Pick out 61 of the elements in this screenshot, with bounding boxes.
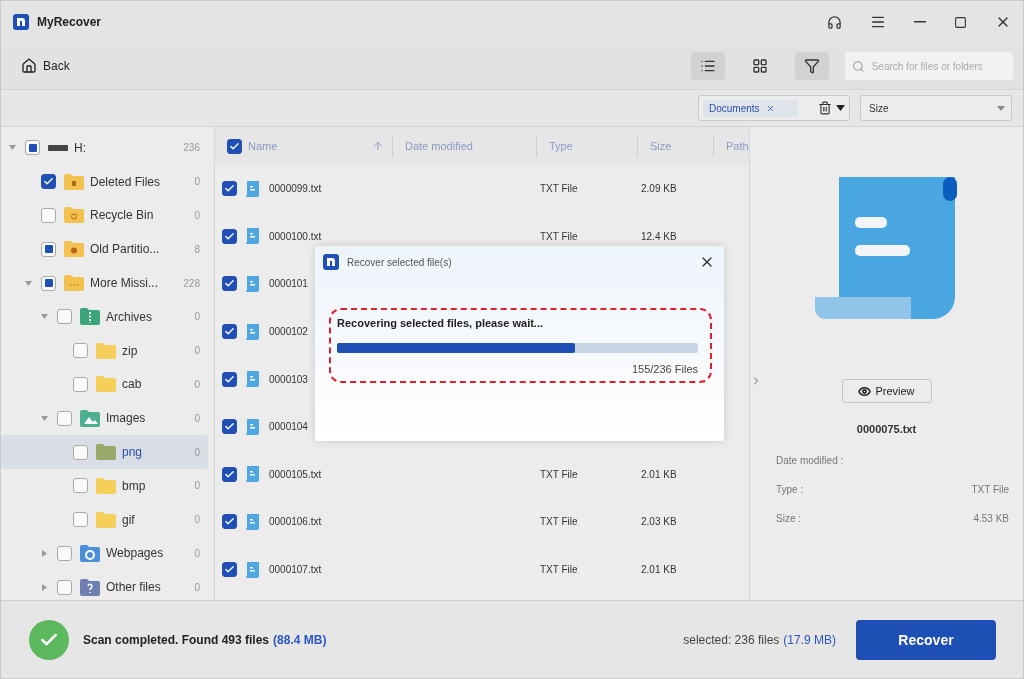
- item-count: 0: [194, 378, 200, 390]
- tree-label: png: [122, 445, 144, 460]
- detail-label: Type :: [776, 484, 804, 495]
- file-name: 0000106.txt: [269, 516, 322, 528]
- item-count: 8: [194, 243, 200, 255]
- item-count: 0: [194, 311, 200, 323]
- item-count: 0: [194, 210, 200, 221]
- total-size: (88.4 MB): [273, 632, 327, 647]
- tree-label: H:: [74, 140, 87, 155]
- tree-label: zip: [122, 343, 139, 358]
- file-size: 12.4 KB: [640, 230, 678, 242]
- tree-label: Images: [106, 411, 147, 426]
- item-count: 0: [194, 176, 200, 188]
- item-count: 0: [194, 581, 200, 593]
- file-type: TXT File: [539, 516, 579, 528]
- file-name: 0000100.txt: [269, 230, 322, 242]
- item-count: 236: [183, 142, 200, 154]
- file-name: 0000102: [269, 326, 308, 338]
- file-name: 0000104: [269, 421, 308, 433]
- file-name: 0000075.txt: [856, 423, 917, 435]
- file-name: 0000105.txt: [269, 468, 322, 480]
- detail-value: 4.53 KB: [973, 513, 1009, 524]
- tree-label: Recycle Bin: [90, 208, 155, 223]
- item-count: 0: [194, 345, 200, 357]
- scan-summary: Scan completed. Found 493 files: [83, 632, 270, 647]
- tree-label: gif: [122, 512, 136, 527]
- file-name: 0000099.txt: [269, 183, 322, 195]
- detail-label: Date modified :: [776, 455, 844, 466]
- detail-label: Size :: [776, 513, 801, 524]
- file-name: 0000101: [269, 278, 308, 290]
- file-name: 0000107.txt: [269, 564, 322, 576]
- item-count: 228: [183, 277, 200, 289]
- window-title: MyRecover: [37, 15, 103, 29]
- tree-label: Deleted Files: [90, 174, 162, 189]
- detail-value: TXT File: [971, 484, 1009, 495]
- file-size: 2.01 KB: [640, 564, 678, 576]
- tree-label: Old Partitio...: [90, 242, 161, 257]
- file-type: TXT File: [539, 468, 579, 480]
- file-type: TXT File: [539, 183, 579, 195]
- tree-label: Archives: [106, 309, 153, 324]
- progress-count: 155/236 Files: [631, 363, 698, 375]
- selection-count: selected: 236 files: [683, 632, 780, 647]
- file-type: TXT File: [539, 230, 579, 242]
- tree-label: Webpages: [106, 546, 165, 561]
- progress-message: Recovering selected files, please wait...: [337, 317, 545, 329]
- item-count: 0: [194, 446, 200, 458]
- tree-label: bmp: [122, 478, 147, 493]
- file-size: 2.01 KB: [640, 468, 678, 480]
- dialog-title: Recover selected file(s): [347, 256, 453, 268]
- tree-label: cab: [122, 377, 143, 392]
- file-name: 0000103: [269, 373, 308, 385]
- item-count: 0: [194, 547, 200, 559]
- item-count: 0: [194, 480, 200, 492]
- tree-label: Other files: [106, 580, 162, 595]
- file-type: TXT File: [539, 564, 579, 576]
- tree-label: More Missi...: [90, 276, 159, 291]
- file-size: 2.09 KB: [640, 183, 678, 195]
- selected-size: (17.9 MB): [783, 632, 836, 647]
- file-size: 2.03 KB: [640, 516, 678, 528]
- item-count: 0: [194, 514, 200, 526]
- item-count: 0: [194, 412, 200, 424]
